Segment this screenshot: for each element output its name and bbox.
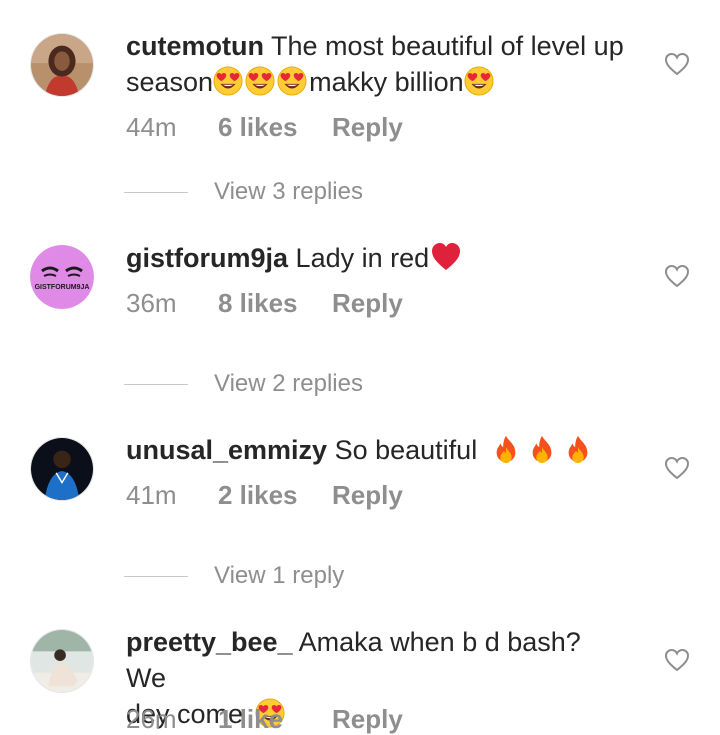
comment-time: 44m (126, 112, 177, 142)
comment-likes[interactable]: 2 likes (218, 480, 332, 511)
comment-username[interactable]: unusal_emmizy (126, 435, 327, 465)
heart-eyes-emoji (277, 66, 307, 96)
comment-meta: 36m 8 likes Reply (126, 288, 403, 319)
avatar[interactable] (30, 33, 94, 97)
heart-eyes-emoji (245, 66, 275, 96)
comment-meta: 44m 6 likes Reply (126, 112, 403, 143)
view-replies-button[interactable]: View 1 reply (124, 561, 344, 591)
comment-body-tail: makky billion (309, 67, 464, 97)
comment-username[interactable]: gistforum9ja (126, 243, 288, 273)
red-heart-emoji (429, 241, 463, 273)
heart-eyes-emoji (213, 66, 243, 96)
view-replies-label: View 3 replies (214, 178, 363, 205)
comment-body: Lady in red (295, 243, 430, 273)
reply-button[interactable]: Reply (332, 288, 403, 319)
reply-button[interactable]: Reply (332, 480, 403, 511)
reply-button[interactable]: Reply (332, 112, 403, 143)
comment-likes[interactable]: 8 likes (218, 288, 332, 319)
fire-emoji (491, 434, 521, 464)
like-heart-icon[interactable] (664, 648, 690, 672)
view-replies-button[interactable]: View 3 replies (124, 177, 363, 207)
comment-username[interactable]: cutemotun (126, 31, 264, 61)
comment-likes[interactable]: 6 likes (218, 112, 332, 143)
avatar[interactable] (30, 629, 94, 693)
view-replies-button[interactable]: View 2 replies (124, 369, 363, 399)
comment-meta: 41m 2 likes Reply (126, 480, 403, 511)
like-heart-icon[interactable] (664, 52, 690, 76)
divider-line (124, 191, 188, 193)
comment-username[interactable]: preetty_bee_ (126, 627, 293, 657)
avatar-logo-text: GISTFORUM9JA (35, 284, 90, 291)
comment-text: cutemotun The most beautiful of level up… (126, 28, 626, 100)
divider-line (124, 575, 188, 577)
heart-eyes-emoji (464, 66, 494, 96)
comment-body: So beautiful (334, 435, 478, 465)
fire-emoji (527, 434, 557, 464)
fire-emoji (563, 434, 593, 464)
divider-line (124, 383, 188, 385)
comment-text: gistforum9ja Lady in red (126, 240, 626, 276)
view-replies-label: View 2 replies (214, 370, 363, 397)
like-heart-icon[interactable] (664, 456, 690, 480)
view-replies-label: View 1 reply (214, 562, 345, 589)
comment-text: unusal_emmizy So beautiful (126, 432, 626, 468)
avatar[interactable]: GISTFORUM9JA (30, 245, 94, 309)
comment-time: 41m (126, 480, 177, 510)
like-heart-icon[interactable] (664, 264, 690, 288)
comment-time: 36m (126, 288, 177, 318)
avatar[interactable] (30, 437, 94, 501)
